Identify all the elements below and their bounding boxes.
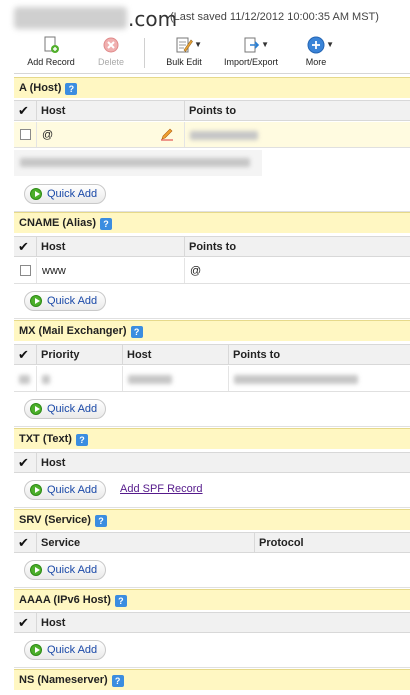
play-icon [30, 295, 42, 307]
select-all-checkmark-icon[interactable]: ✔ [18, 455, 29, 471]
quick-add-button[interactable]: Quick Add [24, 184, 107, 204]
help-icon[interactable]: ? [130, 326, 143, 338]
row-priority-redacted [36, 366, 122, 391]
quick-add-area-a: Quick Add [14, 178, 410, 212]
row-points-to-redacted [228, 366, 410, 391]
help-icon[interactable]: ? [65, 83, 78, 95]
column-header-points-to: Points to [184, 101, 410, 120]
page-header: .com (Last saved 11/12/2012 10:00:35 AM … [0, 0, 410, 34]
add-record-icon [42, 36, 60, 54]
import-export-icon: ▼ [242, 36, 269, 54]
toolbar: Add Record Delete ▼ Bulk Edit ▼ Import/E… [14, 34, 410, 74]
table-row[interactable] [14, 366, 410, 392]
row-host-redacted [122, 366, 228, 391]
help-icon[interactable]: ? [100, 218, 113, 230]
domain-name-redacted [14, 7, 127, 29]
help-icon[interactable]: ? [94, 515, 107, 527]
quick-add-area-aaaa: Quick Add [14, 634, 410, 668]
bulk-edit-icon: ▼ [175, 36, 202, 54]
play-icon [30, 644, 42, 656]
row-points-to-redacted [184, 122, 410, 147]
last-saved-text: (Last saved 11/12/2012 10:00:35 AM MST) [170, 11, 379, 23]
section-title-cname: CNAME (Alias)? [14, 212, 410, 233]
section-title-mx: MX (Mail Exchanger)? [14, 320, 410, 341]
table-header-mx: ✔ Priority Host Points to [14, 344, 410, 365]
import-export-button[interactable]: ▼ Import/Export [222, 36, 280, 72]
bulk-edit-button[interactable]: ▼ Bulk Edit [164, 36, 204, 72]
table-header-txt: ✔ Host [14, 452, 410, 473]
column-header-points-to: Points to [228, 345, 410, 364]
quick-add-button[interactable]: Quick Add [24, 291, 107, 311]
column-header-host: Host [36, 613, 410, 632]
quick-add-button[interactable]: Quick Add [24, 640, 107, 660]
select-all-checkmark-icon[interactable]: ✔ [18, 347, 29, 363]
column-header-protocol: Protocol [254, 533, 410, 552]
quick-add-area-txt: Quick Add Add SPF Record [14, 474, 410, 508]
play-icon [30, 484, 42, 496]
play-icon [30, 403, 42, 415]
table-header-a: ✔ Host Points to [14, 100, 410, 121]
add-record-button[interactable]: Add Record [26, 36, 76, 72]
table-header-srv: ✔ Service Protocol [14, 532, 410, 553]
chevron-down-icon: ▼ [194, 40, 202, 49]
chevron-down-icon: ▼ [261, 40, 269, 49]
column-header-host: Host [36, 237, 184, 256]
play-icon [30, 564, 42, 576]
column-header-service: Service [36, 533, 254, 552]
row-checkbox-redacted [14, 366, 36, 391]
quick-add-area-srv: Quick Add [14, 554, 410, 588]
delete-button[interactable]: Delete [94, 36, 128, 72]
help-icon[interactable]: ? [75, 434, 88, 446]
row-host: www [36, 258, 184, 283]
table-row[interactable]: @ [14, 122, 410, 148]
select-all-checkmark-icon[interactable]: ✔ [18, 615, 29, 631]
column-header-points-to: Points to [184, 237, 410, 256]
toolbar-separator [144, 38, 145, 68]
table-header-cname: ✔ Host Points to [14, 236, 410, 257]
more-icon: ▼ [307, 36, 334, 54]
section-title-aaaa: AAAA (IPv6 Host)? [14, 589, 410, 610]
row-checkbox[interactable] [20, 265, 31, 276]
chevron-down-icon: ▼ [326, 40, 334, 49]
row-points-to: @ [184, 258, 410, 283]
quick-add-area-mx: Quick Add [14, 393, 410, 427]
column-header-host: Host [122, 345, 228, 364]
select-all-checkmark-icon[interactable]: ✔ [18, 103, 29, 119]
section-title-a: A (Host)? [14, 77, 410, 98]
quick-add-area-cname: Quick Add [14, 285, 410, 319]
row-redacted [14, 150, 262, 176]
quick-add-button[interactable]: Quick Add [24, 399, 107, 419]
quick-add-button[interactable]: Quick Add [24, 560, 107, 580]
section-title-txt: TXT (Text)? [14, 428, 410, 449]
select-all-checkmark-icon[interactable]: ✔ [18, 239, 29, 255]
column-header-host: Host [36, 101, 184, 120]
help-icon[interactable]: ? [114, 595, 127, 607]
column-header-priority: Priority [36, 345, 122, 364]
play-icon [30, 188, 42, 200]
table-row[interactable]: www @ [14, 258, 410, 284]
help-icon[interactable]: ? [111, 675, 124, 687]
row-checkbox[interactable] [20, 129, 31, 140]
pencil-icon[interactable] [160, 127, 174, 141]
column-header-host: Host [36, 453, 410, 472]
delete-icon [102, 36, 120, 54]
select-all-checkmark-icon[interactable]: ✔ [18, 535, 29, 551]
section-title-ns: NS (Nameserver)? [14, 669, 410, 690]
quick-add-button[interactable]: Quick Add [24, 480, 107, 500]
section-title-srv: SRV (Service)? [14, 509, 410, 530]
add-spf-record-link[interactable]: Add SPF Record [120, 483, 203, 495]
table-header-aaaa: ✔ Host [14, 612, 410, 633]
more-button[interactable]: ▼ More [300, 36, 334, 72]
